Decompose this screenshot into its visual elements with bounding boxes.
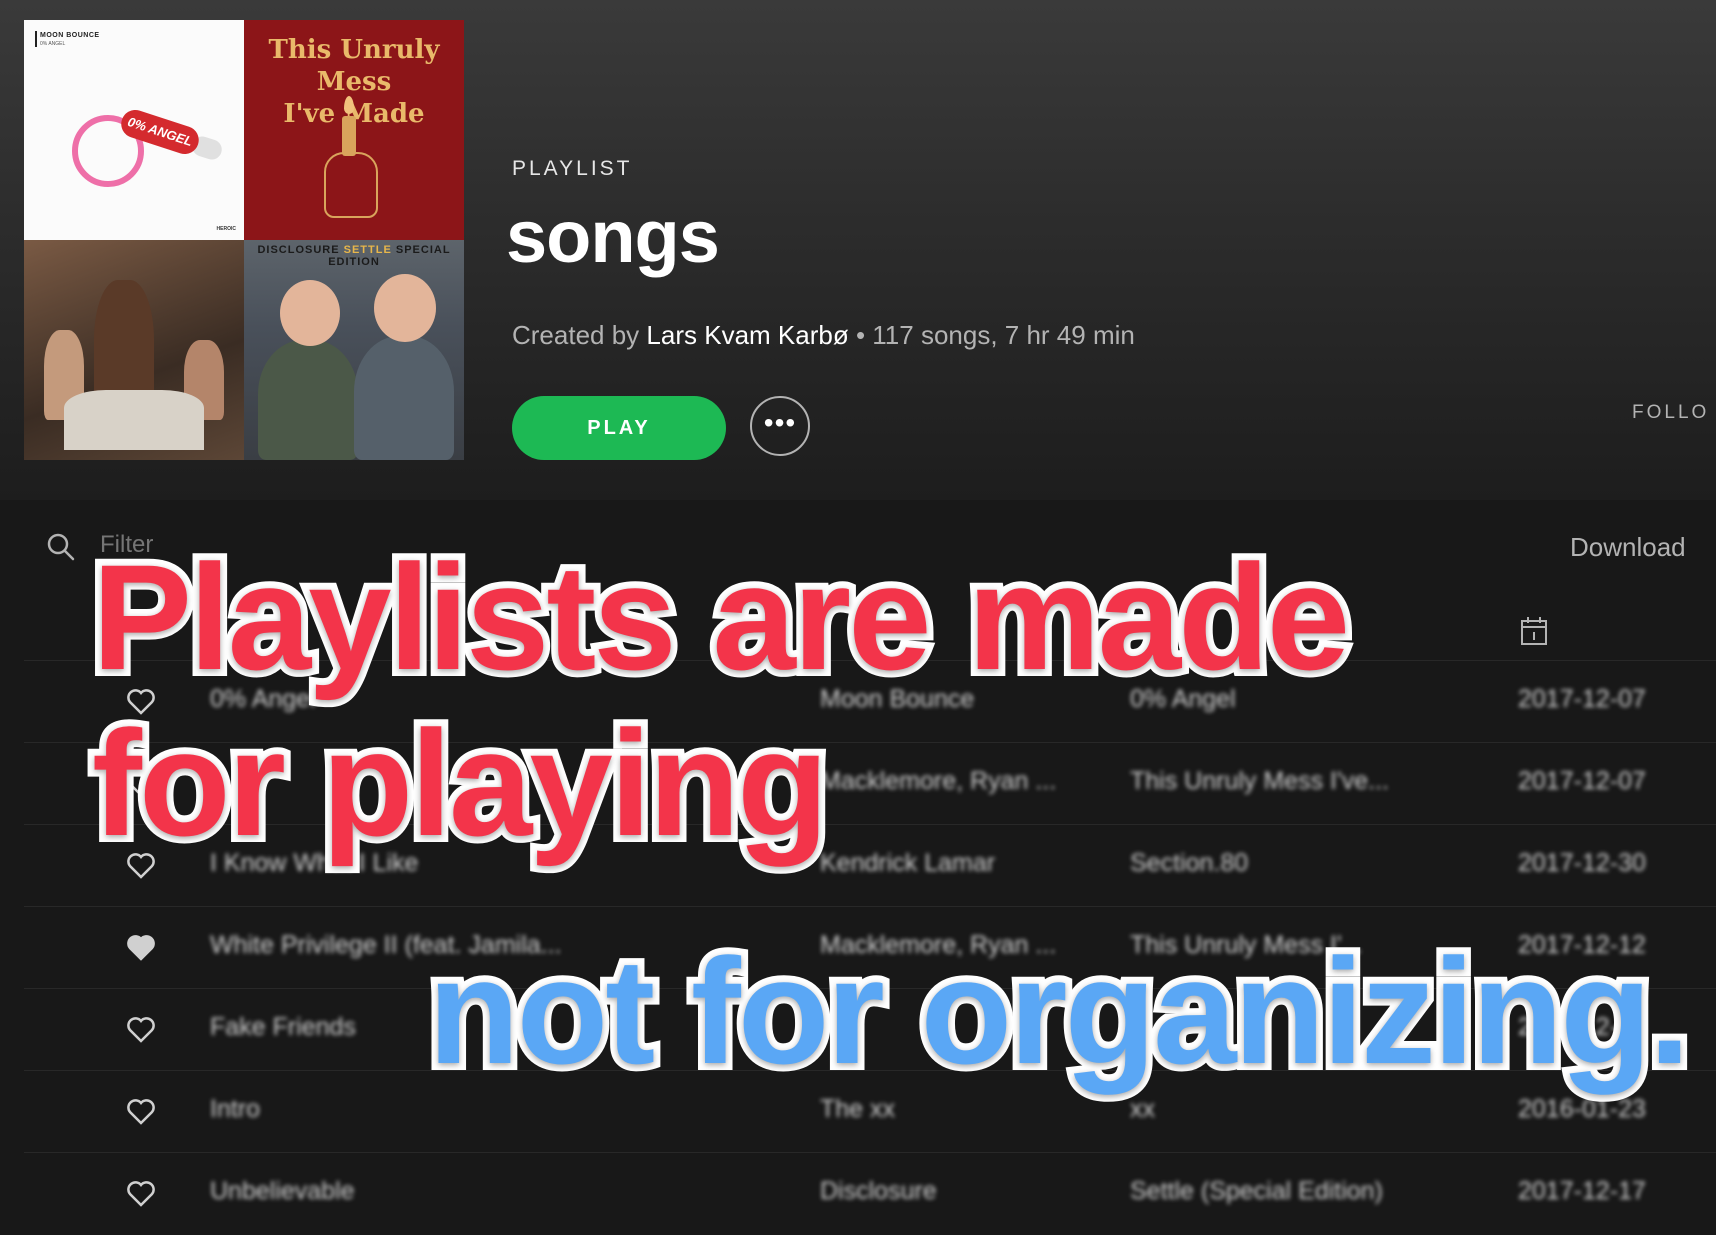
track-artist[interactable]: Disclosure <box>820 1177 1100 1206</box>
fabric-illustration <box>64 390 204 450</box>
heart-icon[interactable] <box>126 1179 156 1207</box>
heart-icon[interactable] <box>126 1097 156 1125</box>
search-icon <box>47 533 75 561</box>
track-artist[interactable]: Kendrick Lamar <box>820 849 1100 878</box>
playlist-cover-mosaic: MOON BOUNCE 0% ANGEL 0% ANGEL HEROIC Thi… <box>24 20 464 460</box>
caption-line-3: not for organizing. <box>421 927 1697 1095</box>
owner-link[interactable]: Lars Kvam Karbø <box>646 320 848 350</box>
cover-tile-moon-bounce: MOON BOUNCE 0% ANGEL 0% ANGEL HEROIC <box>24 20 244 240</box>
child-illustration <box>354 336 454 460</box>
cover-tile-hopeless-fountain <box>24 240 244 460</box>
track-album[interactable]: Settle (Special Edition) <box>1130 1177 1450 1206</box>
track-album[interactable]: xx <box>1130 1095 1450 1124</box>
more-options-button[interactable]: ••• <box>750 396 810 456</box>
caption-line-2: for playing <box>85 699 836 867</box>
track-title: Unbelievable <box>210 1177 355 1205</box>
track-row[interactable]: Unbelievable Disclosure Settle (Special Ed… <box>24 1152 1716 1235</box>
cover-tile-title: DISCLOSURE SETTLE SPECIAL EDITION <box>244 244 464 268</box>
child-head-illustration <box>280 280 340 346</box>
cover-tile-title: MOON BOUNCE <box>40 32 100 39</box>
child-head-illustration <box>374 274 436 342</box>
cover-word: DISCLOSURE <box>257 244 340 256</box>
track-date-added: 2017-12-07 <box>1518 767 1646 795</box>
calendar-icon[interactable] <box>1520 616 1548 646</box>
cover-title-line-1: This Unruly Mess <box>268 35 440 97</box>
playlist-stats: • 117 songs, 7 hr 49 min <box>855 320 1135 350</box>
created-by-prefix: Created by <box>512 320 640 350</box>
heart-icon[interactable] <box>126 933 156 961</box>
track-date-added: 2017-12-17 <box>1518 1177 1646 1205</box>
track-title: Intro <box>210 1095 261 1123</box>
track-artist[interactable]: The xx <box>820 1095 1100 1124</box>
track-date-added: 2017-12-07 <box>1518 685 1646 713</box>
playlist-title: songs <box>506 195 720 278</box>
track-date-added: 2017-12-30 <box>1518 849 1646 877</box>
heart-icon[interactable] <box>126 1015 156 1043</box>
follow-button[interactable]: FOLLO <box>1632 402 1709 424</box>
play-button[interactable]: PLAY <box>512 396 726 460</box>
child-illustration <box>258 340 358 460</box>
cover-accent-bar <box>35 31 37 47</box>
candle-illustration <box>342 116 356 156</box>
label-logo: HEROIC <box>216 226 236 232</box>
track-date-added: 2016-01-23 <box>1518 1095 1646 1123</box>
track-artist[interactable]: Macklemore, Ryan ... <box>820 767 1100 796</box>
playlist-meta: Created by Lars Kvam Karbø • 117 songs, … <box>512 320 1135 351</box>
cover-word: SETTLE <box>343 244 392 256</box>
hand-illustration <box>324 152 378 218</box>
cover-tile-subtitle: 0% ANGEL <box>40 41 66 47</box>
track-album[interactable]: This Unruly Mess I've... <box>1130 767 1450 796</box>
cover-tile-disclosure-settle: DISCLOSURE SETTLE SPECIAL EDITION <box>244 240 464 460</box>
download-toggle-label[interactable]: Download <box>1570 532 1686 563</box>
playlist-type-label: PLAYLIST <box>512 157 633 180</box>
track-album[interactable]: Section.80 <box>1130 849 1450 878</box>
caption-line-1: Playlists are made <box>85 533 1357 701</box>
flame-illustration <box>344 96 354 114</box>
cover-tile-unruly-mess: This Unruly Mess I've Made <box>244 20 464 240</box>
